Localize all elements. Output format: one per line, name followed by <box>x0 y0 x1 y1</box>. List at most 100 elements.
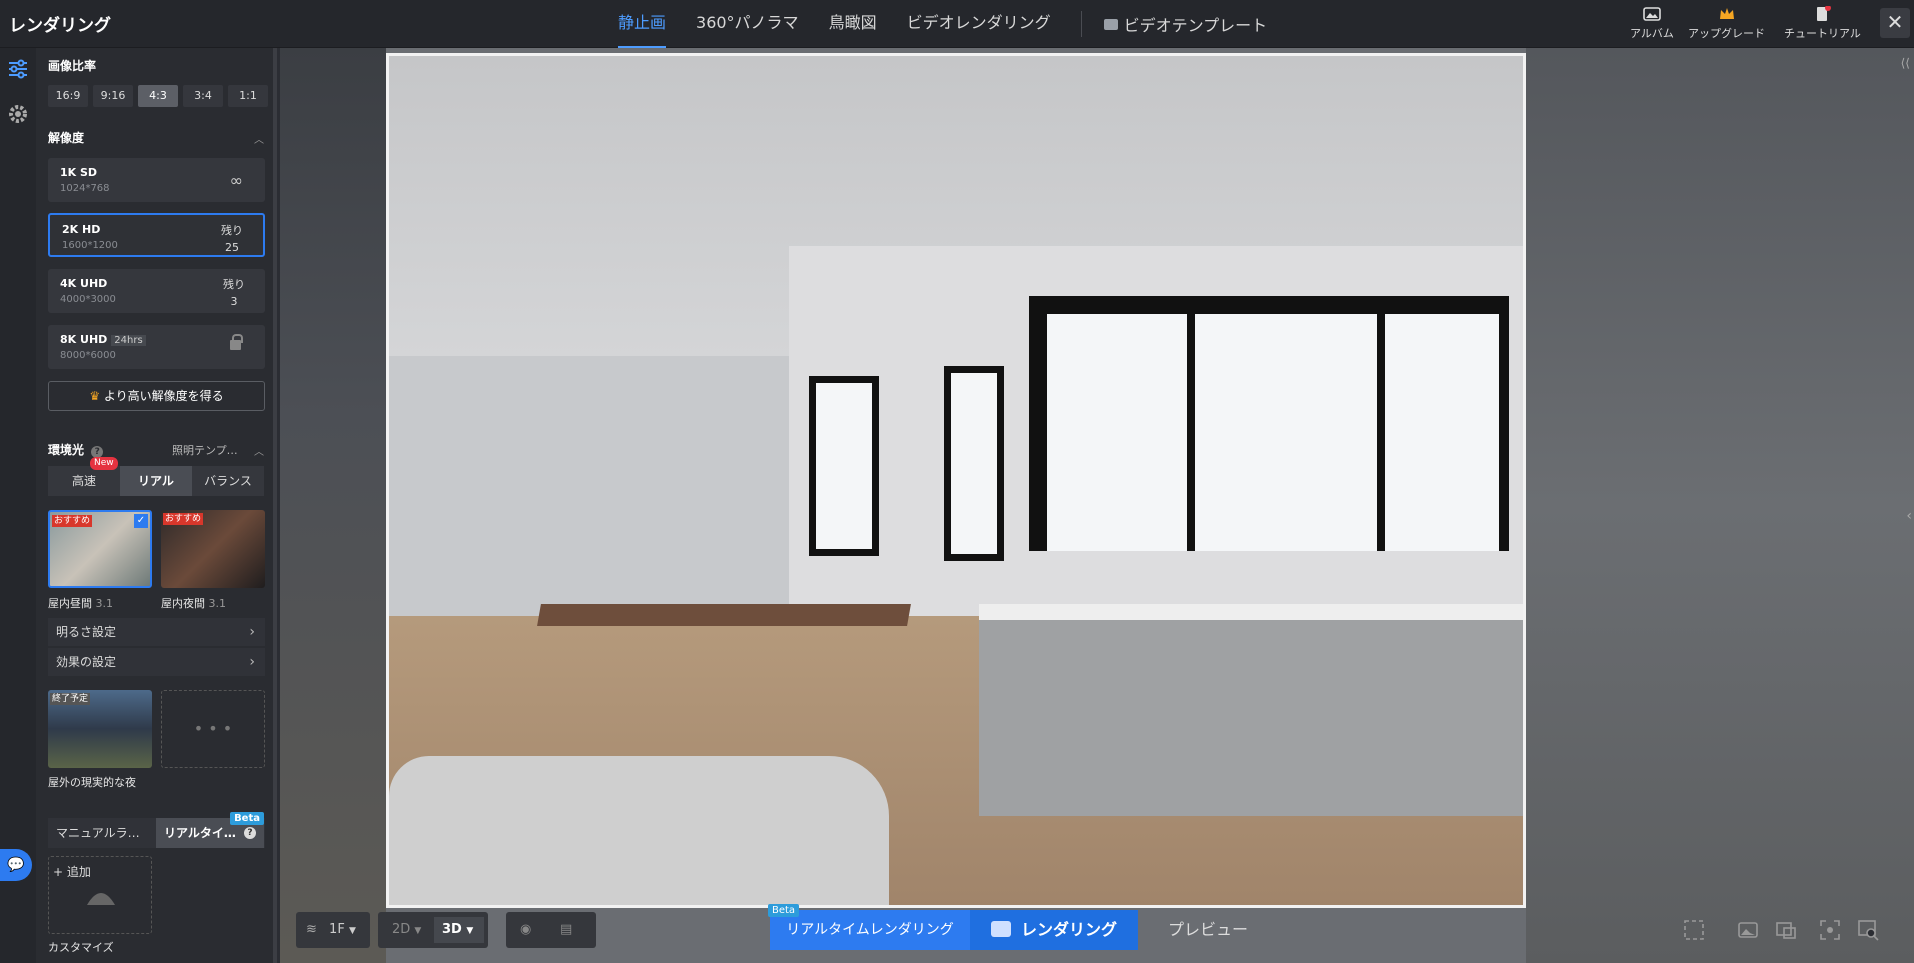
panel-scrollbar[interactable] <box>273 48 277 963</box>
view-2d-label: 2D <box>392 922 411 937</box>
tutorial-icon <box>1817 6 1832 21</box>
recommended-badge: おすすめ <box>163 513 204 525</box>
beta-badge: Beta <box>230 812 264 825</box>
chevron-up-icon[interactable]: ︿ <box>254 443 264 458</box>
res-dims: 1600*1200 <box>62 240 118 251</box>
res-name: 2K HD <box>62 223 101 236</box>
res-remaining-count: 25 <box>225 241 239 254</box>
res-tag: 24hrs <box>111 335 146 346</box>
environment-modes: 高速 New リアル バランス <box>48 457 264 496</box>
image-icon[interactable] <box>1736 918 1760 942</box>
help-icon[interactable]: ? <box>244 827 256 839</box>
gear-icon[interactable] <box>6 103 30 127</box>
tutorial-button[interactable]: チュートリアル <box>1784 6 1861 41</box>
effects-label: 効果の設定 <box>56 655 117 669</box>
album-button[interactable]: アルバム <box>1630 6 1674 41</box>
collapse-icon[interactable]: ⟨⟨ <box>1901 56 1910 70</box>
tab-panorama[interactable]: 360°パノラマ <box>696 0 799 48</box>
aspect-title: 画像比率 <box>48 59 97 73</box>
top-bar: レンダリング 静止画 360°パノラマ 鳥瞰図 ビデオレンダリング ビデオテンプ… <box>0 0 1914 48</box>
resolution-1k[interactable]: 1K SD 1024*768 ∞ <box>48 158 265 202</box>
res-dims: 8000*6000 <box>60 350 116 361</box>
realtime-light-tab[interactable]: リアルタイ… ? Beta <box>156 812 264 848</box>
higher-resolution-button[interactable]: ♛ より高い解像度を得る <box>48 381 265 411</box>
preset-indoor-day-caption: 屋内昼間 3.1 <box>48 595 113 611</box>
resolution-4k[interactable]: 4K UHD 4000*3000 残り 3 <box>48 269 265 313</box>
preset-indoor-night-caption: 屋内夜間 3.1 <box>161 595 226 611</box>
zoom-inspect-icon[interactable] <box>1856 918 1880 942</box>
aspect-options: 16:9 9:16 4:3 3:4 1:1 <box>48 85 273 107</box>
app-title: レンダリング <box>9 16 111 36</box>
render-button[interactable]: レンダリング <box>970 910 1138 950</box>
brightness-settings[interactable]: 明るさ設定 › <box>48 618 265 646</box>
bottom-toolbar: ≋ 1F ▼ 2D ▼ 3D ▼ ◉ ▤ リアルタイムレンダリング Beta レ… <box>296 904 1914 952</box>
resolution-8k[interactable]: 8K UHD 24hrs 8000*6000 <box>48 325 265 369</box>
visibility-group: ◉ ▤ <box>506 912 596 948</box>
scene-sofa <box>389 756 889 905</box>
chevron-right-icon: › <box>249 624 255 640</box>
frame-select-icon[interactable] <box>1682 918 1706 942</box>
view-2d[interactable]: 2D ▼ <box>392 912 421 949</box>
preset-indoor-night[interactable]: おすすめ <box>161 510 265 588</box>
scene-kitchen-counter <box>979 616 1523 816</box>
close-button[interactable]: ✕ <box>1880 8 1910 38</box>
preset-outdoor-night[interactable]: 終了予定 <box>48 690 152 768</box>
manual-light-tab[interactable]: マニュアルラ… <box>48 818 156 848</box>
render-frame[interactable] <box>386 53 1526 908</box>
higher-resolution-label: より高い解像度を得る <box>103 389 224 403</box>
upgrade-button[interactable]: アップグレード <box>1688 6 1765 41</box>
chevron-right-icon: › <box>249 654 255 670</box>
new-badge: New <box>90 457 118 470</box>
sliders-icon[interactable] <box>6 58 30 82</box>
lighting-template-link[interactable]: 照明テンプ… <box>172 442 238 458</box>
expand-side-icon[interactable]: ‹ <box>1906 508 1912 524</box>
video-template-icon <box>1103 18 1118 30</box>
env-mode-label: 高速 <box>71 474 96 488</box>
realtime-render-button[interactable]: リアルタイムレンダリング <box>770 910 970 950</box>
tab-divider <box>1080 11 1082 37</box>
region-render-icon[interactable] <box>1774 918 1798 942</box>
res-remaining-label: 残り <box>223 278 245 291</box>
camera-icon <box>990 921 1011 937</box>
render-label: レンダリング <box>1020 920 1117 939</box>
floor-selector[interactable]: ≋ 1F ▼ <box>296 912 370 948</box>
res-name: 1K SD <box>60 166 98 179</box>
res-dims: 1024*768 <box>60 183 110 194</box>
preset-indoor-day[interactable]: おすすめ ✓ <box>48 510 152 588</box>
beta-badge: Beta <box>768 904 800 917</box>
add-custom-button[interactable]: + 追加 <box>48 856 152 934</box>
res-remaining-label: 残り <box>221 224 243 237</box>
env-mode-real[interactable]: リアル <box>120 466 192 496</box>
env-mode-fast[interactable]: 高速 New <box>48 457 120 496</box>
effect-settings[interactable]: 効果の設定 › <box>48 648 265 676</box>
focus-icon[interactable] <box>1818 918 1842 942</box>
aspect-4-3[interactable]: 4:3 <box>138 85 178 107</box>
more-presets-placeholder[interactable]: • • • <box>161 690 265 768</box>
preview-button[interactable]: プレビュー <box>1138 910 1278 950</box>
tab-video[interactable]: ビデオレンダリング <box>907 0 1051 48</box>
tab-still[interactable]: 静止画 <box>618 0 667 48</box>
aspect-1-1[interactable]: 1:1 <box>228 85 268 107</box>
view-toggle: 2D ▼ 3D ▼ <box>378 912 488 948</box>
layers-toggle-icon[interactable]: ▤ <box>560 912 572 948</box>
layers-icon: ≋ <box>306 922 317 937</box>
aspect-9-16[interactable]: 9:16 <box>93 85 133 107</box>
aspect-16-9[interactable]: 16:9 <box>48 85 88 107</box>
crown-icon: ♛ <box>89 389 101 403</box>
video-template-tab[interactable]: ビデオテンプレート <box>1103 12 1267 36</box>
resolution-2k[interactable]: 2K HD 1600*1200 残り 25 <box>48 213 265 257</box>
preset-name: 屋内昼間 <box>48 597 92 610</box>
chat-icon[interactable]: 💬 <box>0 849 32 881</box>
res-remaining: 残り 3 <box>223 276 245 310</box>
3d-viewport[interactable]: ⟨⟨ ‹ <box>280 48 1914 963</box>
view-3d[interactable]: 3D ▼ <box>434 917 484 943</box>
chevron-down-icon: ▼ <box>466 926 474 936</box>
light-mode-tabs: マニュアルラ… リアルタイ… ? Beta <box>48 812 265 848</box>
tab-birdseye[interactable]: 鳥瞰図 <box>829 0 877 48</box>
env-mode-balance[interactable]: バランス <box>192 466 264 496</box>
chevron-up-icon[interactable]: ︿ <box>254 131 264 146</box>
eye-icon[interactable]: ◉ <box>520 912 531 948</box>
resolution-title: 解像度 <box>48 131 85 145</box>
recommended-badge: おすすめ <box>52 515 93 527</box>
aspect-3-4[interactable]: 3:4 <box>183 85 223 107</box>
